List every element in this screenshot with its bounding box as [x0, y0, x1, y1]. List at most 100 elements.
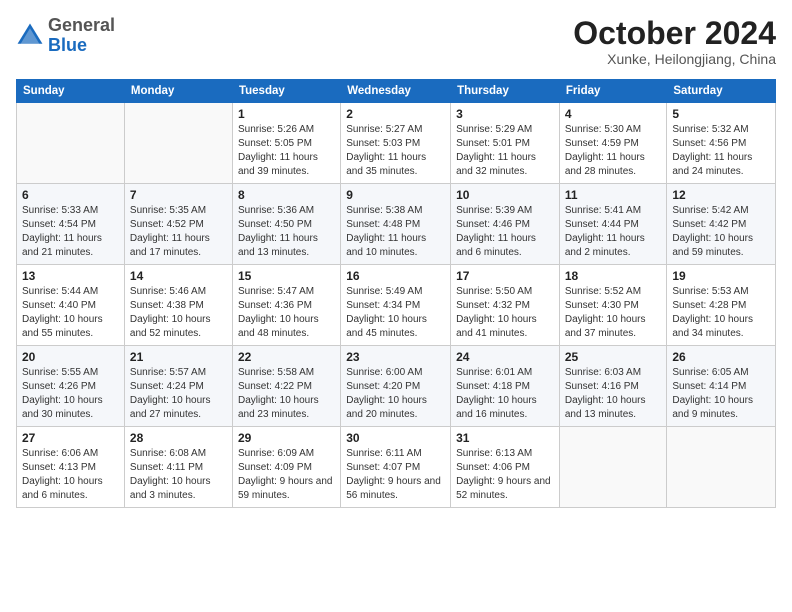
- day-info: Sunrise: 5:42 AM Sunset: 4:42 PM Dayligh…: [672, 204, 770, 260]
- calendar-day-cell: [17, 103, 125, 184]
- calendar-day-cell: 1Sunrise: 5:26 AM Sunset: 5:05 PM Daylig…: [232, 103, 340, 184]
- day-number: 2: [346, 107, 445, 121]
- day-number: 7: [130, 188, 227, 202]
- logo-blue: Blue: [48, 35, 87, 55]
- calendar-day-cell: 16Sunrise: 5:49 AM Sunset: 4:34 PM Dayli…: [341, 265, 451, 346]
- calendar-day-cell: [559, 427, 667, 508]
- day-number: 13: [22, 269, 119, 283]
- day-info: Sunrise: 6:13 AM Sunset: 4:06 PM Dayligh…: [456, 447, 554, 503]
- day-info: Sunrise: 6:09 AM Sunset: 4:09 PM Dayligh…: [238, 447, 335, 503]
- day-info: Sunrise: 6:05 AM Sunset: 4:14 PM Dayligh…: [672, 366, 770, 422]
- calendar-day-cell: [667, 427, 776, 508]
- month-title: October 2024: [573, 16, 776, 51]
- logo-text: General Blue: [48, 16, 115, 56]
- day-info: Sunrise: 5:44 AM Sunset: 4:40 PM Dayligh…: [22, 285, 119, 341]
- day-number: 9: [346, 188, 445, 202]
- calendar-week-row: 27Sunrise: 6:06 AM Sunset: 4:13 PM Dayli…: [17, 427, 776, 508]
- calendar-header: SundayMondayTuesdayWednesdayThursdayFrid…: [17, 80, 776, 103]
- header-day: Wednesday: [341, 80, 451, 103]
- day-number: 24: [456, 350, 554, 364]
- day-number: 11: [565, 188, 662, 202]
- day-info: Sunrise: 5:38 AM Sunset: 4:48 PM Dayligh…: [346, 204, 445, 260]
- calendar-day-cell: 21 Sunrise: 5:57 AM Sunset: 4:24 PM Dayli…: [124, 346, 232, 427]
- calendar-day-cell: 12Sunrise: 5:42 AM Sunset: 4:42 PM Dayli…: [667, 184, 776, 265]
- day-info: Sunrise: 6:00 AM Sunset: 4:20 PM Dayligh…: [346, 366, 445, 422]
- day-info: Sunrise: 5:33 AM Sunset: 4:54 PM Dayligh…: [22, 204, 119, 260]
- logo: General Blue: [16, 16, 115, 56]
- logo-icon: [16, 22, 44, 50]
- day-number: 18: [565, 269, 662, 283]
- logo-general: General: [48, 15, 115, 35]
- calendar-day-cell: 23 Sunrise: 6:00 AM Sunset: 4:20 PM Dayli…: [341, 346, 451, 427]
- day-number: 25: [565, 350, 662, 364]
- day-number: 23: [346, 350, 445, 364]
- day-number: 4: [565, 107, 662, 121]
- calendar-day-cell: 13 Sunrise: 5:44 AM Sunset: 4:40 PM Dayli…: [17, 265, 125, 346]
- day-info: Sunrise: 5:55 AM Sunset: 4:26 PM Dayligh…: [22, 366, 119, 422]
- day-number: 26: [672, 350, 770, 364]
- calendar-day-cell: 15 Sunrise: 5:47 AM Sunset: 4:36 PM Dayli…: [232, 265, 340, 346]
- header-day: Sunday: [17, 80, 125, 103]
- day-number: 15: [238, 269, 335, 283]
- calendar-day-cell: 11 Sunrise: 5:41 AM Sunset: 4:44 PM Dayli…: [559, 184, 667, 265]
- day-number: 16: [346, 269, 445, 283]
- day-number: 29: [238, 431, 335, 445]
- day-info: Sunrise: 6:11 AM Sunset: 4:07 PM Dayligh…: [346, 447, 445, 503]
- header-day: Thursday: [451, 80, 560, 103]
- calendar-day-cell: 4Sunrise: 5:30 AM Sunset: 4:59 PM Daylig…: [559, 103, 667, 184]
- calendar-day-cell: 18 Sunrise: 5:52 AM Sunset: 4:30 PM Dayli…: [559, 265, 667, 346]
- day-info: Sunrise: 5:57 AM Sunset: 4:24 PM Dayligh…: [130, 366, 227, 422]
- day-info: Sunrise: 5:35 AM Sunset: 4:52 PM Dayligh…: [130, 204, 227, 260]
- day-info: Sunrise: 5:41 AM Sunset: 4:44 PM Dayligh…: [565, 204, 662, 260]
- calendar-day-cell: 8 Sunrise: 5:36 AM Sunset: 4:50 PM Daylig…: [232, 184, 340, 265]
- day-number: 30: [346, 431, 445, 445]
- day-number: 21: [130, 350, 227, 364]
- day-info: Sunrise: 5:52 AM Sunset: 4:30 PM Dayligh…: [565, 285, 662, 341]
- day-number: 3: [456, 107, 554, 121]
- calendar-day-cell: 22 Sunrise: 5:58 AM Sunset: 4:22 PM Dayli…: [232, 346, 340, 427]
- day-info: Sunrise: 5:47 AM Sunset: 4:36 PM Dayligh…: [238, 285, 335, 341]
- day-info: Sunrise: 6:01 AM Sunset: 4:18 PM Dayligh…: [456, 366, 554, 422]
- calendar-day-cell: 14Sunrise: 5:46 AM Sunset: 4:38 PM Dayli…: [124, 265, 232, 346]
- day-number: 8: [238, 188, 335, 202]
- day-info: Sunrise: 5:58 AM Sunset: 4:22 PM Dayligh…: [238, 366, 335, 422]
- day-number: 31: [456, 431, 554, 445]
- calendar-day-cell: 30 Sunrise: 6:11 AM Sunset: 4:07 PM Dayli…: [341, 427, 451, 508]
- calendar-day-cell: 5 Sunrise: 5:32 AM Sunset: 4:56 PM Daylig…: [667, 103, 776, 184]
- calendar-day-cell: 24 Sunrise: 6:01 AM Sunset: 4:18 PM Dayli…: [451, 346, 560, 427]
- day-info: Sunrise: 5:36 AM Sunset: 4:50 PM Dayligh…: [238, 204, 335, 260]
- day-number: 27: [22, 431, 119, 445]
- day-number: 19: [672, 269, 770, 283]
- header-row: SundayMondayTuesdayWednesdayThursdayFrid…: [17, 80, 776, 103]
- day-info: Sunrise: 6:08 AM Sunset: 4:11 PM Dayligh…: [130, 447, 227, 503]
- calendar-day-cell: 20Sunrise: 5:55 AM Sunset: 4:26 PM Dayli…: [17, 346, 125, 427]
- calendar-day-cell: 29 Sunrise: 6:09 AM Sunset: 4:09 PM Dayli…: [232, 427, 340, 508]
- calendar-table: SundayMondayTuesdayWednesdayThursdayFrid…: [16, 79, 776, 508]
- day-number: 6: [22, 188, 119, 202]
- calendar-week-row: 13 Sunrise: 5:44 AM Sunset: 4:40 PM Dayli…: [17, 265, 776, 346]
- calendar-day-cell: 2 Sunrise: 5:27 AM Sunset: 5:03 PM Daylig…: [341, 103, 451, 184]
- calendar-day-cell: [124, 103, 232, 184]
- calendar-day-cell: 3Sunrise: 5:29 AM Sunset: 5:01 PM Daylig…: [451, 103, 560, 184]
- day-info: Sunrise: 5:53 AM Sunset: 4:28 PM Dayligh…: [672, 285, 770, 341]
- day-number: 5: [672, 107, 770, 121]
- day-info: Sunrise: 5:32 AM Sunset: 4:56 PM Dayligh…: [672, 123, 770, 179]
- calendar-day-cell: 27Sunrise: 6:06 AM Sunset: 4:13 PM Dayli…: [17, 427, 125, 508]
- header-day: Saturday: [667, 80, 776, 103]
- calendar-week-row: 20Sunrise: 5:55 AM Sunset: 4:26 PM Dayli…: [17, 346, 776, 427]
- day-number: 1: [238, 107, 335, 121]
- page-header: General Blue October 2024 Xunke, Heilong…: [16, 16, 776, 67]
- day-info: Sunrise: 5:39 AM Sunset: 4:46 PM Dayligh…: [456, 204, 554, 260]
- calendar-day-cell: 6 Sunrise: 5:33 AM Sunset: 4:54 PM Daylig…: [17, 184, 125, 265]
- day-info: Sunrise: 5:27 AM Sunset: 5:03 PM Dayligh…: [346, 123, 445, 179]
- calendar-day-cell: 31 Sunrise: 6:13 AM Sunset: 4:06 PM Dayli…: [451, 427, 560, 508]
- day-number: 22: [238, 350, 335, 364]
- calendar-day-cell: 25Sunrise: 6:03 AM Sunset: 4:16 PM Dayli…: [559, 346, 667, 427]
- day-info: Sunrise: 5:46 AM Sunset: 4:38 PM Dayligh…: [130, 285, 227, 341]
- calendar-body: 1Sunrise: 5:26 AM Sunset: 5:05 PM Daylig…: [17, 103, 776, 508]
- calendar-week-row: 1Sunrise: 5:26 AM Sunset: 5:05 PM Daylig…: [17, 103, 776, 184]
- day-info: Sunrise: 5:50 AM Sunset: 4:32 PM Dayligh…: [456, 285, 554, 341]
- calendar-day-cell: 26 Sunrise: 6:05 AM Sunset: 4:14 PM Dayli…: [667, 346, 776, 427]
- calendar-day-cell: 19 Sunrise: 5:53 AM Sunset: 4:28 PM Dayli…: [667, 265, 776, 346]
- calendar-day-cell: 7 Sunrise: 5:35 AM Sunset: 4:52 PM Daylig…: [124, 184, 232, 265]
